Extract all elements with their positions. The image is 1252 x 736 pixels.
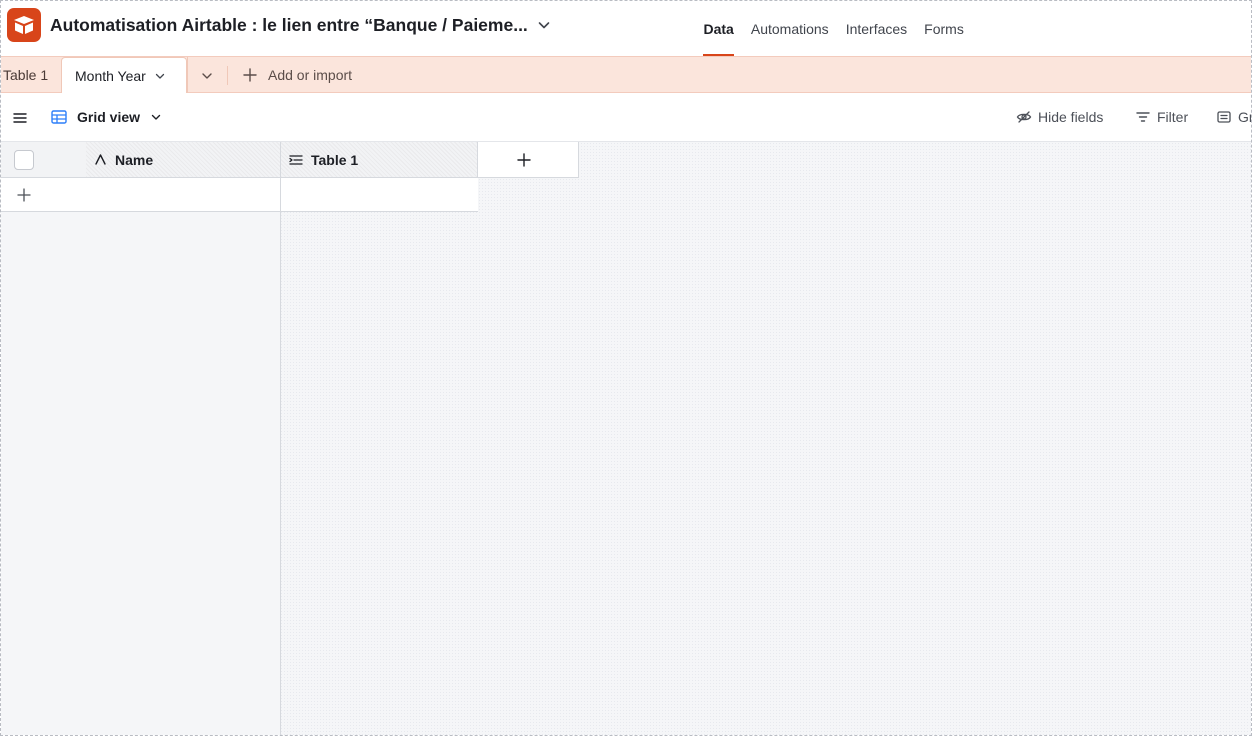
add-or-import-label: Add or import [268,67,353,83]
hamburger-menu-icon[interactable] [12,110,28,126]
main-nav: Data Automations Interfaces Forms [695,1,972,56]
grid-header-row: Name Table 1 [1,142,579,178]
table-tab-label: Month Year [75,67,146,84]
all-tables-chevron-icon[interactable] [199,68,215,84]
add-record-row[interactable] [1,178,478,212]
hide-fields-button[interactable]: Hide fields [1016,107,1103,127]
app-window: Automatisation Airtable : le lien entre … [0,0,1252,736]
hide-fields-label: Hide fields [1038,109,1104,125]
primary-column-area [1,142,281,735]
plus-icon [243,68,257,82]
eye-slash-icon [1016,111,1032,123]
top-bar: Automatisation Airtable : le lien entre … [1,1,1251,56]
add-or-import-button[interactable]: Add or import [242,65,352,85]
column-header-name[interactable]: Name [86,142,281,178]
base-title[interactable]: Automatisation Airtable : le lien entre … [50,15,528,36]
chevron-down-icon[interactable] [154,70,166,82]
text-field-icon [95,154,106,165]
table-tab-table-1[interactable]: Table 1 [3,67,48,83]
filter-button[interactable]: Filter [1135,107,1188,127]
column-header-table-1[interactable]: Table 1 [281,142,478,178]
group-label: Gr [1238,109,1251,125]
view-bar: Grid view Hide fields Filter Gr [1,93,1251,142]
select-all-checkbox[interactable] [14,149,34,170]
group-icon [1217,111,1231,123]
chevron-down-icon [151,114,161,120]
grid-area: Name Table 1 [1,142,1251,735]
view-switcher-button[interactable]: Grid view [51,107,162,127]
chevron-down-icon[interactable] [536,17,552,33]
nav-tab-data[interactable]: Data [695,1,742,56]
long-text-icon [289,154,303,165]
view-name: Grid view [77,109,141,125]
column-header-label: Table 1 [311,151,359,168]
tab-separator [227,66,228,85]
airtable-logo-icon[interactable] [7,8,41,42]
table-tab-month-year[interactable]: Month Year [61,57,187,93]
filter-label: Filter [1157,109,1189,125]
column-divider [280,178,281,212]
grid-icon [51,110,67,124]
select-all-cell [1,142,86,178]
filter-icon [1136,112,1150,122]
plus-icon [517,152,531,167]
add-field-button[interactable] [478,142,579,178]
plus-icon[interactable] [16,187,32,203]
tab-divider [187,57,188,93]
nav-tab-interfaces[interactable]: Interfaces [837,1,915,56]
nav-tab-automations[interactable]: Automations [742,1,837,56]
nav-tab-forms[interactable]: Forms [916,1,973,56]
group-button[interactable]: Gr [1216,107,1251,127]
column-header-label: Name [115,151,154,168]
table-tabs-bar: Table 1 Month Year Add or import [1,56,1251,93]
